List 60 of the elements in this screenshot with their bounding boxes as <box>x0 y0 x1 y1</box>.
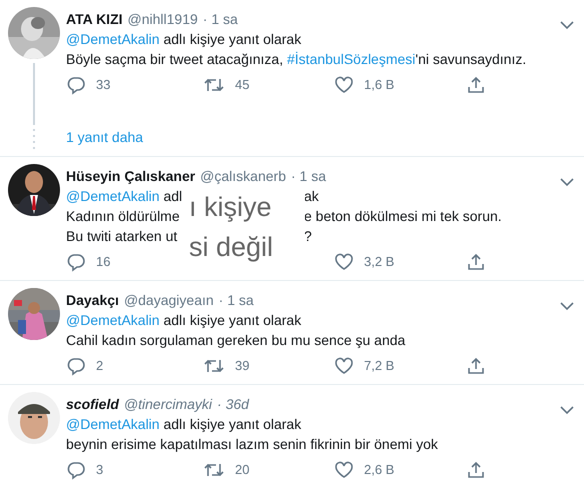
mention-link[interactable]: @DemetAkalin <box>66 31 160 47</box>
chevron-down-icon[interactable] <box>560 178 574 187</box>
heart-icon[interactable] <box>334 252 354 272</box>
user-name: Hüseyin Çalıskaner <box>66 167 196 186</box>
tweet-text: beynin erisime kapatılması lazım senin fikrinin bir önemi yok <box>66 436 438 452</box>
patch-text: ı kişiye <box>189 191 273 224</box>
share-icon[interactable] <box>466 75 486 95</box>
user-name: Dayakçı <box>66 291 119 310</box>
user-handle: @nihll1919 <box>128 10 198 29</box>
tweet-time: · 36d <box>217 395 249 414</box>
tweet-text: ak <box>304 188 319 204</box>
user-name: ATA KIZI <box>66 10 123 29</box>
tweet-text: adlı kişiye yanıt olarak <box>162 416 302 432</box>
reply-count: 33 <box>96 76 110 94</box>
user-handle: @tinercimayki <box>124 395 212 414</box>
retweet-count: 20 <box>235 461 250 480</box>
user-handle: @çalıskanerb <box>200 167 286 186</box>
tweet-text: adl <box>162 188 182 204</box>
reply-count: 16 <box>96 253 110 272</box>
like-count: 1,6 B <box>364 76 394 94</box>
reply-icon[interactable] <box>66 460 86 480</box>
like-count: 2,6 B <box>364 461 394 480</box>
more-replies-link[interactable]: 1 yanıt daha <box>0 127 584 156</box>
tweet-text: Böyle saçma bir tweet atacağınıza, <box>66 51 284 67</box>
tweet-time: · 1 sa <box>218 291 254 310</box>
mention-link[interactable]: @DemetAkalin <box>66 416 160 432</box>
share-icon[interactable] <box>466 460 486 480</box>
tweet-text: adlı kişiye yanıt olarak <box>162 31 302 47</box>
tweet-text: Bu twiti atarken ut <box>66 228 178 244</box>
tweet-text: Kadının öldürülme <box>66 208 180 224</box>
tweet-time: · 1 sa <box>202 10 238 29</box>
user-handle: @dayagiyeaın <box>124 291 214 310</box>
user-name: scofield <box>66 395 119 414</box>
share-icon[interactable] <box>466 252 486 272</box>
mention-link[interactable]: @DemetAkalin <box>66 312 160 328</box>
reply-icon[interactable] <box>66 356 86 376</box>
patch-text: si değil <box>189 231 274 264</box>
retweet-count: 39 <box>235 357 250 376</box>
reply-count: 3 <box>96 461 104 480</box>
heart-icon[interactable] <box>334 356 354 376</box>
chevron-down-icon[interactable] <box>560 20 574 30</box>
chevron-down-icon[interactable] <box>560 406 574 415</box>
reply-count: 2 <box>96 357 104 376</box>
hashtag-link[interactable]: #İstanbulSözleşmesi <box>287 51 416 67</box>
like-count: 7,2 B <box>364 357 394 376</box>
heart-icon[interactable] <box>334 75 354 95</box>
tweet-text: Cahil kadın sorgulaman gereken bu mu sence şu anda <box>66 332 406 348</box>
like-count: 3,2 B <box>364 253 394 272</box>
tweet-text: 'ni savunsaydınız. <box>415 51 526 67</box>
reply-icon[interactable] <box>66 75 86 95</box>
tweet-text: e beton dökülmesi mi tek sorun. <box>304 208 502 224</box>
heart-icon[interactable] <box>334 460 354 480</box>
share-icon[interactable] <box>466 356 486 376</box>
chevron-down-icon[interactable] <box>560 302 574 311</box>
mention-link[interactable]: @DemetAkalin <box>66 188 160 204</box>
tweet-time: · 1 sa <box>290 167 326 186</box>
reply-icon[interactable] <box>66 252 86 272</box>
retweet-count: 45 <box>235 76 250 94</box>
tweet-text: adlı kişiye yanıt olarak <box>162 312 302 328</box>
tweet-text: ? <box>304 228 312 244</box>
